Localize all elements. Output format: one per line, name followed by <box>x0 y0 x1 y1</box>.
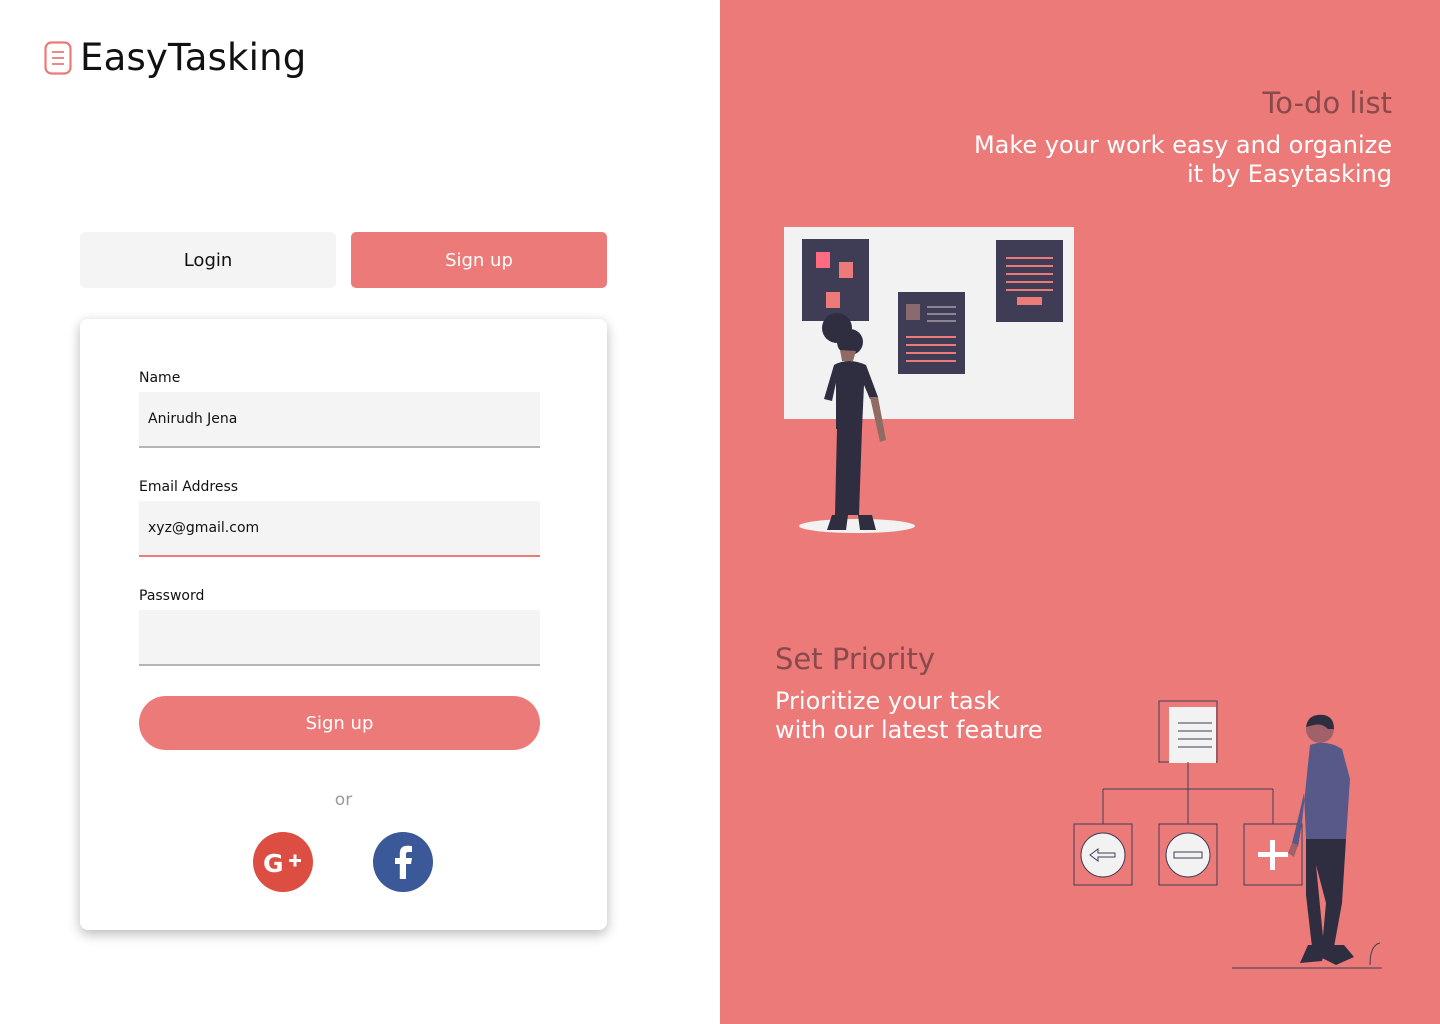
tab-login[interactable]: Login <box>80 232 336 288</box>
signup-panel: EasyTasking Login Sign up Name Email Add… <box>0 0 720 1024</box>
or-divider-text: or <box>334 790 353 810</box>
list-icon <box>44 41 72 75</box>
signup-submit-button[interactable]: Sign up <box>139 696 540 750</box>
todo-feature-description: Make your work easy and organize it by E… <box>932 131 1392 189</box>
email-field[interactable] <box>139 501 540 557</box>
task-board-illustration <box>784 227 1074 533</box>
email-label: Email Address <box>139 479 239 495</box>
svg-text:G: G <box>263 849 284 877</box>
priority-feature-title: Set Priority <box>775 642 936 676</box>
todo-feature-title: To-do list <box>1262 86 1393 120</box>
name-label: Name <box>139 370 181 386</box>
brand-logo[interactable]: EasyTasking <box>44 38 307 78</box>
password-label: Password <box>139 588 205 604</box>
priority-feature-line-1: Prioritize your task <box>775 687 1000 715</box>
brand-name: EasyTasking <box>80 36 307 79</box>
tab-signup[interactable]: Sign up <box>351 232 607 288</box>
priority-feature-line-2: with our latest feature <box>775 716 1043 744</box>
google-signup-button[interactable]: G <box>253 832 313 892</box>
priority-feature-description: Prioritize your task with our latest fea… <box>775 687 1095 745</box>
facebook-signup-button[interactable] <box>373 832 433 892</box>
password-field[interactable] <box>139 610 540 666</box>
features-panel: To-do list Make your work easy and organ… <box>720 0 1440 1024</box>
facebook-icon <box>395 845 412 879</box>
signup-form-card: Name Email Address Password Sign up or G <box>80 319 607 930</box>
name-field[interactable] <box>139 392 540 448</box>
todo-feature-line-1: Make your work easy and organize <box>973 131 1392 159</box>
todo-feature-line-2: it by Easytasking <box>1187 160 1392 188</box>
google-plus-icon: G <box>263 849 301 877</box>
priority-tree-illustration <box>1073 700 1382 969</box>
